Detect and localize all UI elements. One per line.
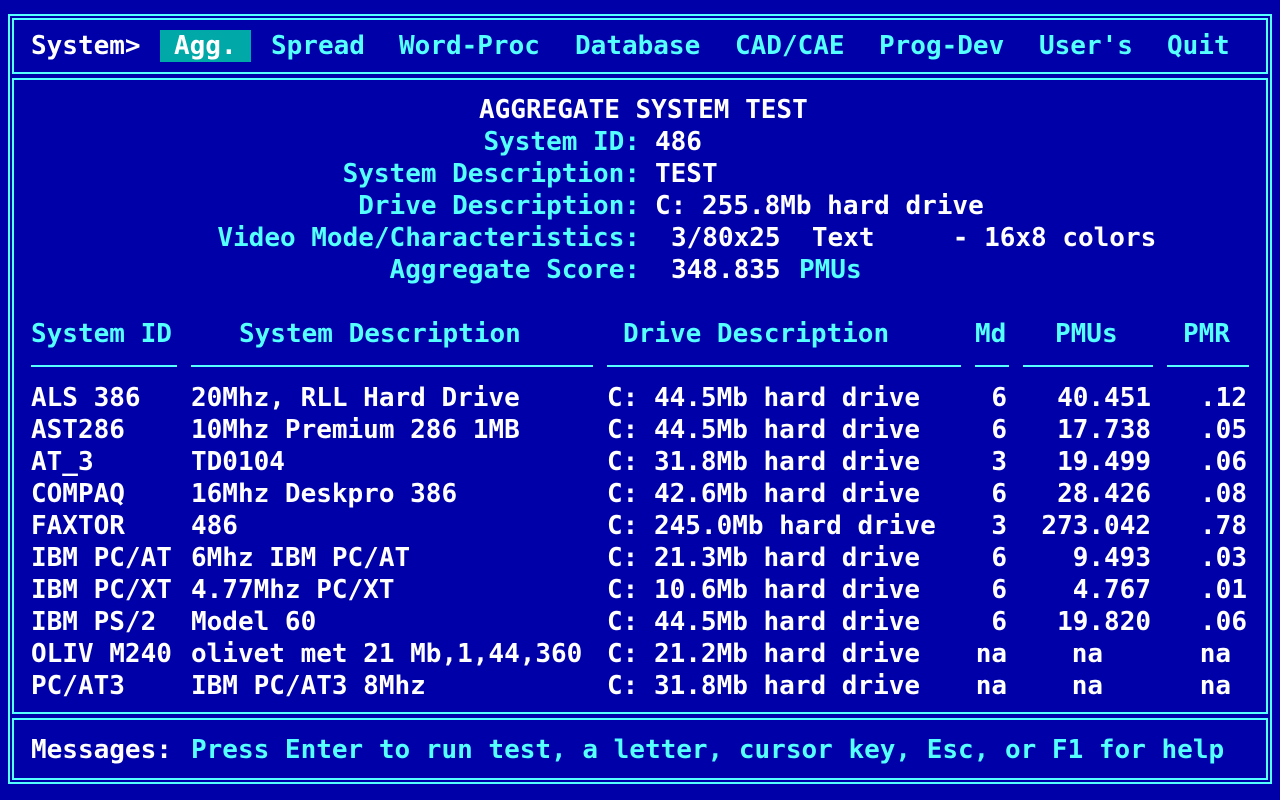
video-mode-value: 3/80x25 Text - 16x8 colors	[671, 223, 1157, 253]
header-rule-md	[975, 365, 1009, 367]
header-rule-drive-description	[607, 365, 961, 367]
cell-pmus: 28.426	[1057, 479, 1151, 509]
cell-pmr: .03	[1200, 543, 1247, 573]
cell-md: na	[975, 671, 1007, 701]
cell-md: 6	[991, 543, 1007, 573]
cell-md: 6	[991, 415, 1007, 445]
cell-md: 6	[991, 575, 1007, 605]
menu-item-agg[interactable]: Agg.	[160, 30, 251, 62]
col-header-pmr: PMR	[1183, 319, 1230, 349]
video-mode-label: Video Mode/Characteristics:	[217, 223, 640, 253]
cell-system-description: 20Mhz, RLL Hard Drive	[191, 383, 520, 413]
menu-item-users[interactable]: User's	[1039, 30, 1133, 62]
cell-system-id: IBM PC/AT	[31, 543, 172, 573]
cell-pmus: na	[1071, 671, 1103, 701]
cell-pmus: 4.767	[1072, 575, 1151, 605]
cell-md: 6	[991, 607, 1007, 637]
cell-system-id: IBM PC/XT	[31, 575, 172, 605]
cell-drive-description: C: 31.8Mb hard drive	[607, 671, 921, 701]
menu-item-quit[interactable]: Quit	[1167, 30, 1230, 62]
cell-pmus: 19.499	[1057, 447, 1151, 477]
cell-pmr: .06	[1200, 607, 1247, 637]
menu-item-word-proc[interactable]: Word-Proc	[399, 30, 540, 62]
cell-drive-description: C: 21.2Mb hard drive	[607, 639, 921, 669]
cell-system-description: TD0104	[191, 447, 285, 477]
cell-drive-description: C: 44.5Mb hard drive	[607, 383, 921, 413]
system-description-value: TEST	[655, 159, 718, 189]
cell-system-id: FAXTOR	[31, 511, 125, 541]
cell-system-id: PC/AT3	[31, 671, 125, 701]
menu-item-prog-dev[interactable]: Prog-Dev	[879, 30, 1004, 62]
cell-system-description: 6Mhz IBM PC/AT	[191, 543, 411, 573]
menu-item-cad-cae[interactable]: CAD/CAE	[735, 30, 845, 62]
col-header-drive-description: Drive Description	[623, 319, 890, 349]
header-rule-pmus	[1023, 365, 1153, 367]
cell-system-id: IBM PS/2	[31, 607, 157, 637]
cell-pmr: na	[1199, 671, 1231, 701]
cell-drive-description: C: 21.3Mb hard drive	[607, 543, 921, 573]
summary-title: AGGREGATE SYSTEM TEST	[479, 95, 808, 125]
cell-md: 6	[991, 383, 1007, 413]
cell-md: 3	[991, 447, 1007, 477]
cell-pmr: na	[1199, 639, 1231, 669]
cell-system-description: 4.77Mhz PC/XT	[191, 575, 395, 605]
col-header-pmus: PMUs	[1055, 319, 1118, 349]
system-description-label: System Description:	[342, 159, 640, 189]
cell-system-id: ALS 386	[31, 383, 141, 413]
aggregate-score-value: 348.835	[671, 255, 781, 285]
col-header-system-id: System ID	[31, 319, 172, 349]
system-id-label: System ID:	[483, 127, 640, 157]
cell-pmus: 9.493	[1072, 543, 1151, 573]
cell-pmr: .06	[1200, 447, 1247, 477]
cell-pmr: .08	[1200, 479, 1247, 509]
cell-system-description: 486	[191, 511, 238, 541]
cell-drive-description: C: 31.8Mb hard drive	[607, 447, 921, 477]
cell-system-description: IBM PC/AT3 8Mhz	[191, 671, 426, 701]
cell-system-description: 10Mhz Premium 286 1MB	[191, 415, 520, 445]
menu-item-spread[interactable]: Spread	[271, 30, 365, 62]
drive-description-value: C: 255.8Mb hard drive	[655, 191, 984, 221]
col-header-md: Md	[975, 319, 1007, 349]
cell-pmus: 17.738	[1057, 415, 1151, 445]
cell-system-id: OLIV M240	[31, 639, 172, 669]
cell-drive-description: C: 44.5Mb hard drive	[607, 607, 921, 637]
cell-system-description: olivet met 21 Mb,1,44,360	[191, 639, 583, 669]
cell-pmus: 19.820	[1057, 607, 1151, 637]
menu-item-database[interactable]: Database	[575, 30, 700, 62]
cell-system-id: AST286	[31, 415, 125, 445]
cell-drive-description: C: 44.5Mb hard drive	[607, 415, 921, 445]
cell-system-description: 16Mhz Deskpro 386	[191, 479, 458, 509]
drive-description-label: Drive Description:	[358, 191, 640, 221]
cell-pmr: .05	[1200, 415, 1247, 445]
cell-system-description: Model 60	[191, 607, 317, 637]
cell-pmr: .01	[1200, 575, 1247, 605]
cell-pmus: na	[1071, 639, 1103, 669]
messages-label: Messages:	[31, 735, 172, 765]
header-rule-system-description	[191, 365, 593, 367]
cell-drive-description: C: 10.6Mb hard drive	[607, 575, 921, 605]
cell-md: 6	[991, 479, 1007, 509]
messages-text: Press Enter to run test, a letter, curso…	[191, 735, 1225, 765]
cell-system-id: AT_3	[31, 447, 94, 477]
cell-pmus: 273.042	[1041, 511, 1151, 541]
header-rule-system-id	[31, 365, 177, 367]
cell-pmr: .78	[1200, 511, 1247, 541]
cell-md: 3	[991, 511, 1007, 541]
header-rule-pmr	[1167, 365, 1249, 367]
cell-md: na	[975, 639, 1007, 669]
cell-system-id: COMPAQ	[31, 479, 125, 509]
col-header-system-description: System Description	[239, 319, 521, 349]
cell-pmus: 40.451	[1057, 383, 1151, 413]
cell-drive-description: C: 42.6Mb hard drive	[607, 479, 921, 509]
system-id-value: 486	[655, 127, 702, 157]
aggregate-score-label: Aggregate Score:	[389, 255, 640, 285]
cell-pmr: .12	[1200, 383, 1247, 413]
cell-drive-description: C: 245.0Mb hard drive	[607, 511, 936, 541]
aggregate-score-unit: PMUs	[799, 255, 862, 285]
menu-prompt: System>	[31, 31, 141, 61]
